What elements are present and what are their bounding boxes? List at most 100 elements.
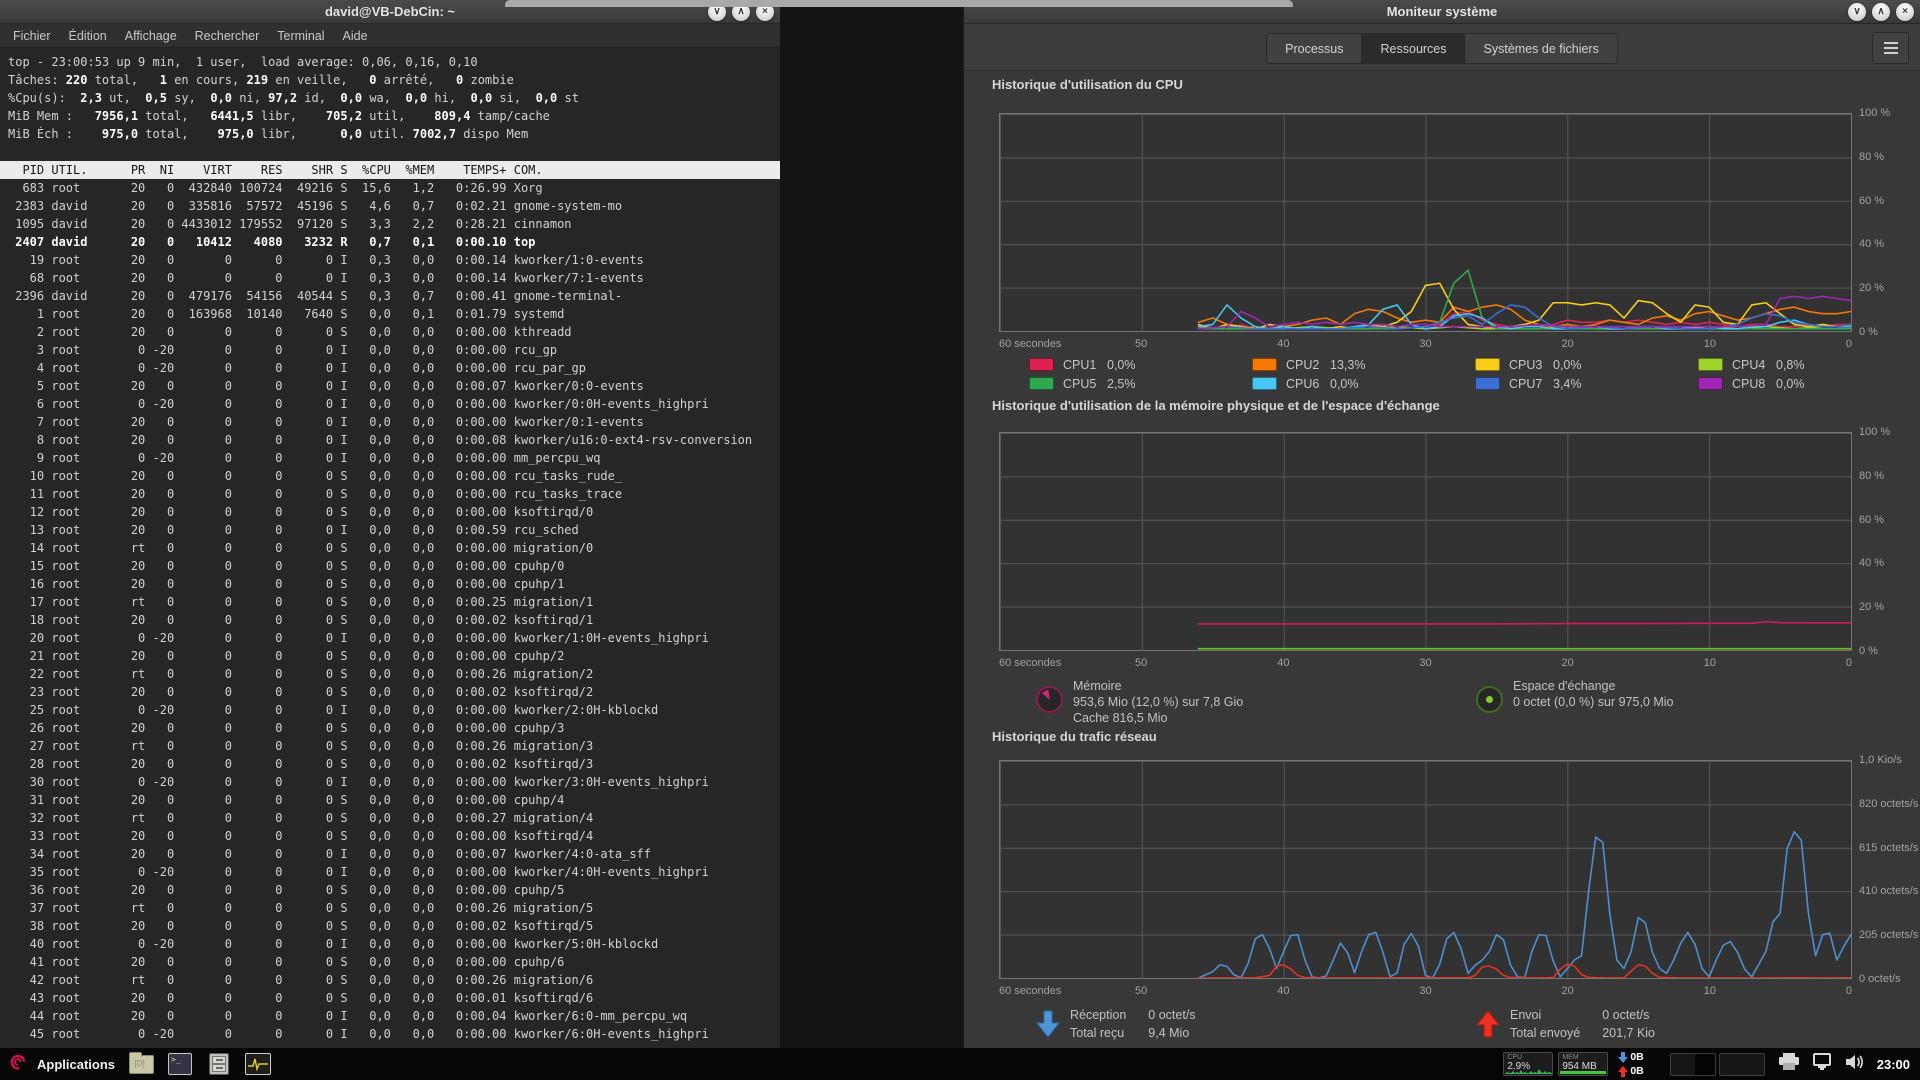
process-row: 42 root rt 0 0 0 0 S 0,0 0,0 0:00.26 mig… (0, 971, 780, 989)
applications-menu[interactable]: Applications (7, 1051, 115, 1078)
cpu-legend-item: CPU8 0,0% (1698, 376, 1920, 391)
process-row: 27 root rt 0 0 0 0 S 0,0 0,0 0:00.26 mig… (0, 737, 780, 755)
mem-tray-widget[interactable]: MEM 954 MB (1558, 1052, 1608, 1076)
minimize-button[interactable]: ∨ (1848, 3, 1866, 21)
rx-total: 9,4 Mio (1148, 1026, 1195, 1041)
cpu-sparkline (1505, 1067, 1552, 1074)
process-row: 2407 david 20 0 10412 4080 3232 R 0,7 0,… (0, 233, 780, 251)
display-icon[interactable] (1813, 1053, 1831, 1075)
menu-rechercher[interactable]: Rechercher (186, 26, 269, 46)
tab-processus[interactable]: Processus (1266, 33, 1362, 64)
process-row: 12 root 20 0 0 0 0 S 0,0 0,0 0:00.00 kso… (0, 503, 780, 521)
debian-logo-icon (7, 1051, 29, 1078)
cpu-legend-value: 0,8% (1776, 358, 1805, 372)
download-arrow-icon (1618, 1052, 1628, 1063)
clock[interactable]: 23:00 (1877, 1057, 1910, 1072)
menu-affichage[interactable]: Affichage (116, 26, 186, 46)
envoi-legend: Envoi 0 octet/s Total envoyé 201,7 Kio (1476, 1008, 1655, 1041)
file-cabinet-icon (209, 1053, 229, 1075)
memory-chart-y-axis: 100 %80 %60 %40 %20 %0 % (1854, 432, 1918, 651)
menu-edition[interactable]: Édition (60, 26, 116, 46)
terminal-menubar: Fichier Édition Affichage Rechercher Ter… (0, 24, 780, 48)
swap-legend: Espace d'échange 0 octet (0,0 %) sur 975… (1476, 678, 1674, 713)
terminal-icon: >_ (168, 1053, 192, 1075)
legend-color-swatch (1698, 358, 1723, 371)
process-row: 5 root 20 0 0 0 0 I 0,0 0,0 0:00.07 kwor… (0, 377, 780, 395)
tx-rate: 0 octet/s (1602, 1008, 1655, 1023)
process-row: 8 root 20 0 0 0 0 I 0,0 0,0 0:00.08 kwor… (0, 431, 780, 449)
legend-color-swatch (1475, 377, 1500, 390)
memory-cache: Cache 816,5 Mio (1073, 710, 1243, 726)
cpu-legend-item: CPU1 0,0% (1029, 357, 1252, 372)
close-button[interactable]: × (1896, 3, 1914, 21)
window-list-item[interactable] (1670, 1053, 1716, 1076)
tab-ressources[interactable]: Ressources (1362, 33, 1466, 64)
memory-legend-title: Mémoire (1073, 678, 1243, 694)
process-table-header: PID UTIL. PR NI VIRT RES SHR S %CPU %MEM… (0, 161, 780, 179)
cpu-legend-label: CPU2 (1286, 358, 1330, 372)
cpu-legend-value: 0,0% (1553, 358, 1582, 372)
memory-usage: 953,6 Mio (12,0 %) sur 7,8 Gio (1073, 694, 1243, 710)
cpu-legend-item: CPU7 3,4% (1475, 376, 1698, 391)
swap-legend-title: Espace d'échange (1513, 678, 1674, 694)
cpu-legend-item: CPU5 2,5% (1029, 376, 1252, 391)
printer-icon[interactable] (1779, 1053, 1799, 1075)
process-row: 10 root 20 0 0 0 0 S 0,0 0,0 0:00.00 rcu… (0, 467, 780, 485)
network-tray-applet[interactable]: 0B 0B (1618, 1051, 1643, 1078)
cpu-legend-value: 0,0% (1107, 358, 1136, 372)
process-row: 21 root 20 0 0 0 0 S 0,0 0,0 0:00.00 cpu… (0, 647, 780, 665)
cpu-legend-item: CPU4 0,8% (1698, 357, 1920, 372)
desktop: david@VB-DebCin: ~ ∨ ∧ × Fichier Édition… (0, 0, 1920, 1080)
volume-icon[interactable] (1845, 1054, 1865, 1075)
mem-usage-bar (1560, 1071, 1606, 1074)
file-manager-launcher[interactable] (128, 1052, 154, 1076)
legend-color-swatch (1029, 377, 1054, 390)
process-row: 68 root 20 0 0 0 0 I 0,3 0,0 0:00.14 kwo… (0, 269, 780, 287)
window-list-item[interactable] (1719, 1053, 1765, 1076)
top-cpu-line: %Cpu(s): 2,3 ut, 0,5 sy, 0,0 ni, 97,2 id… (0, 89, 780, 107)
legend-color-swatch (1252, 377, 1277, 390)
net-down-value: 0B (1630, 1051, 1643, 1064)
cpu-legend-label: CPU8 (1732, 377, 1776, 391)
cpu-legend-label: CPU1 (1063, 358, 1107, 372)
network-chart-x-axis: 60 secondes50403020100 (999, 983, 1852, 997)
legend-color-swatch (1252, 358, 1277, 371)
process-row: 15 root 20 0 0 0 0 S 0,0 0,0 0:00.00 cpu… (0, 557, 780, 575)
process-row: 33 root 20 0 0 0 0 S 0,0 0,0 0:00.00 kso… (0, 827, 780, 845)
cpu-widget-label: CPU (1507, 1054, 1522, 1061)
cpu-legend-label: CPU5 (1063, 377, 1107, 391)
process-row: 2383 david 20 0 335816 57572 45196 S 4,6… (0, 197, 780, 215)
process-row: 25 root 0 -20 0 0 0 I 0,0 0,0 0:00.00 kw… (0, 701, 780, 719)
system-monitor-launcher[interactable] (245, 1052, 271, 1076)
network-section-title: Historique du trafic réseau (992, 729, 1157, 744)
menu-fichier[interactable]: Fichier (4, 26, 60, 46)
cpu-tray-widget[interactable]: CPU 2.9% (1503, 1052, 1553, 1076)
process-row: 43 root 20 0 0 0 0 S 0,0 0,0 0:00.01 kso… (0, 989, 780, 1007)
process-row: 45 root 0 -20 0 0 0 I 0,0 0,0 0:00.00 kw… (0, 1025, 780, 1043)
process-row: 28 root 20 0 0 0 0 S 0,0 0,0 0:00.02 kso… (0, 755, 780, 773)
process-row: 2396 david 20 0 479176 54156 40544 S 0,3… (0, 287, 780, 305)
folder-icon (129, 1055, 154, 1074)
monitor-toolbar: Processus Ressources Systèmes de fichier… (964, 24, 1920, 71)
rx-label: Réception (1070, 1008, 1126, 1023)
net-up-value: 0B (1630, 1065, 1643, 1078)
top-swap-line: MiB Éch : 975,0 total, 975,0 libr, 0,0 u… (0, 125, 780, 143)
top-summary-line: top - 23:00:53 up 9 min, 1 user, load av… (0, 53, 780, 71)
menu-aide[interactable]: Aide (334, 26, 377, 46)
maximize-button[interactable]: ∧ (1872, 3, 1890, 21)
process-row: 34 root 20 0 0 0 0 I 0,0 0,0 0:00.07 kwo… (0, 845, 780, 863)
system-monitor-window: Moniteur système ∨ ∧ × Processus Ressour… (963, 0, 1920, 1048)
legend-color-swatch (1029, 358, 1054, 371)
tab-systemes-de-fichiers[interactable]: Systèmes de fichiers (1465, 33, 1618, 64)
process-row: 26 root 20 0 0 0 0 S 0,0 0,0 0:00.00 cpu… (0, 719, 780, 737)
process-row: 19 root 20 0 0 0 0 I 0,3 0,0 0:00.14 kwo… (0, 251, 780, 269)
hamburger-menu-button[interactable] (1872, 32, 1909, 64)
cpu-legend: CPU1 0,0% CPU2 13,3% CPU3 0,0% CPU4 0,8%… (1029, 357, 1920, 391)
menu-terminal[interactable]: Terminal (268, 26, 333, 46)
cpu-section-title: Historique d'utilisation du CPU (992, 77, 1183, 92)
process-row: 14 root rt 0 0 0 0 S 0,0 0,0 0:00.00 mig… (0, 539, 780, 557)
process-row: 7 root 20 0 0 0 0 I 0,0 0,0 0:00.00 kwor… (0, 413, 780, 431)
archive-manager-launcher[interactable] (206, 1052, 232, 1076)
terminal-launcher[interactable]: >_ (167, 1052, 193, 1076)
terminal-window: david@VB-DebCin: ~ ∨ ∧ × Fichier Édition… (0, 0, 780, 1048)
